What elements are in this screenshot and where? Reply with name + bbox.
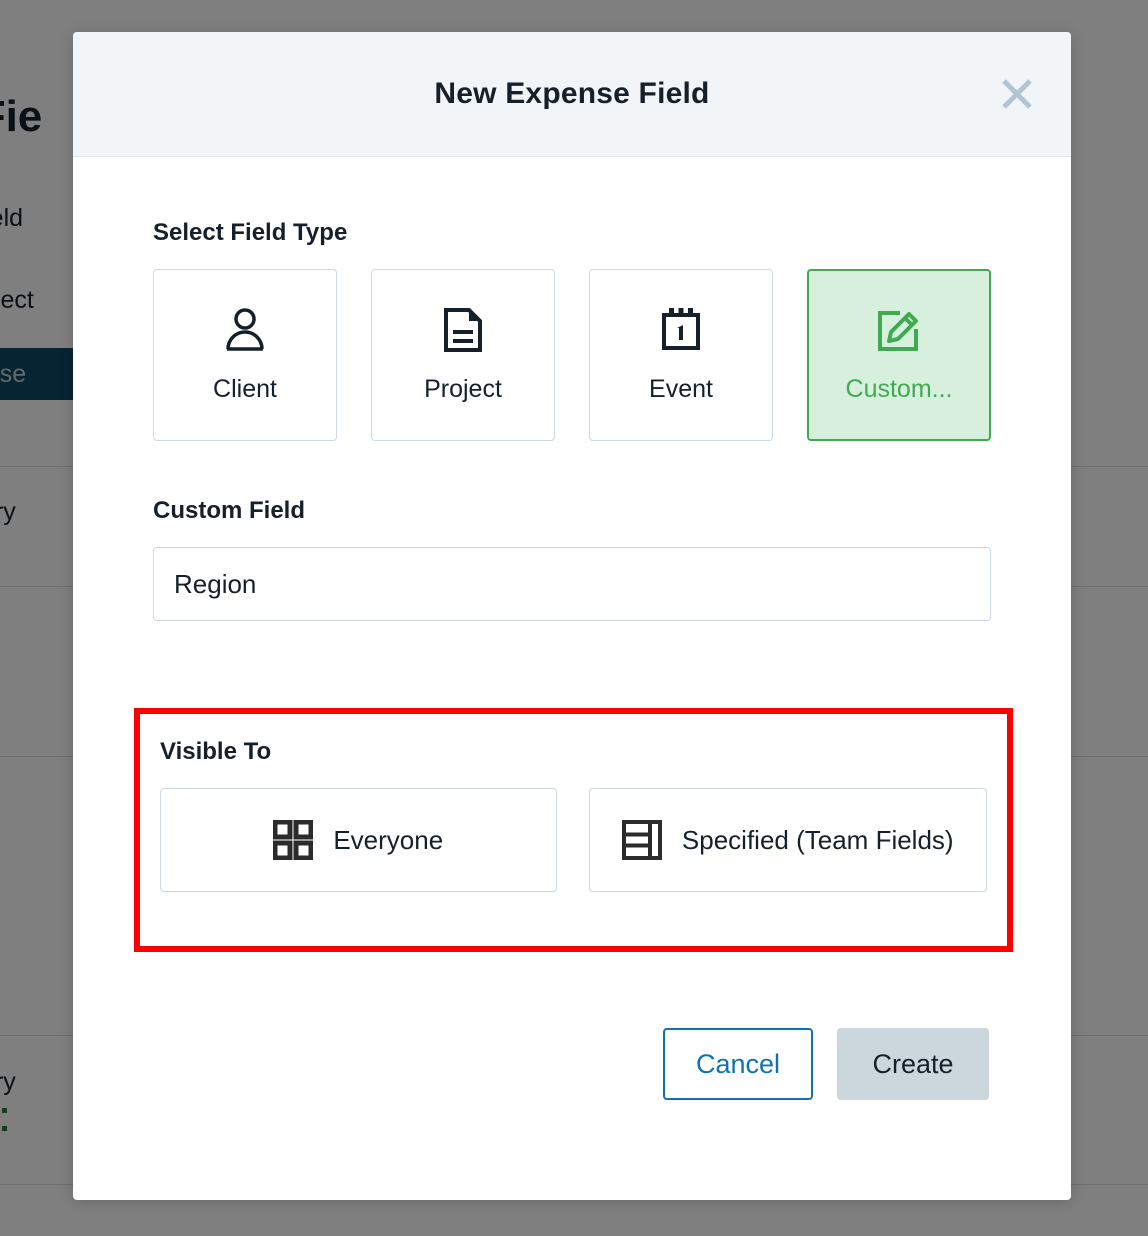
grid-icon (273, 820, 313, 860)
custom-field-input[interactable] (153, 547, 991, 621)
dialog-body: Select Field Type Client (73, 157, 1071, 621)
create-button[interactable]: Create (837, 1028, 989, 1100)
field-type-option-client[interactable]: Client (153, 269, 337, 441)
field-type-label: Custom... (846, 375, 953, 404)
layout-sidebar-icon (622, 820, 662, 860)
visible-to-option-specified[interactable]: Specified (Team Fields) (589, 788, 987, 892)
field-type-option-project[interactable]: Project (371, 269, 555, 441)
field-type-options: Client Project (153, 269, 991, 441)
new-expense-field-dialog: New Expense Field Select Field Type (73, 32, 1071, 1200)
field-type-label: Project (424, 375, 502, 404)
visible-to-option-label: Everyone (333, 825, 443, 856)
visible-to-option-label: Specified (Team Fields) (682, 825, 954, 856)
field-type-label: Client (213, 375, 277, 404)
visible-to-option-everyone[interactable]: Everyone (160, 788, 557, 892)
cancel-button[interactable]: Cancel (663, 1028, 813, 1100)
field-type-option-event[interactable]: Event (589, 269, 773, 441)
visible-to-options: Everyone Specified (Team Fields) (160, 788, 987, 892)
field-type-label: Event (649, 375, 713, 404)
close-icon[interactable] (995, 72, 1039, 116)
dialog-title: New Expense Field (434, 77, 709, 111)
calendar-icon (659, 307, 703, 353)
field-type-option-custom[interactable]: Custom... (807, 269, 991, 441)
select-field-type-label: Select Field Type (153, 219, 991, 247)
visible-to-label: Visible To (160, 738, 987, 766)
edit-square-icon (876, 307, 922, 353)
custom-field-block: Custom Field (153, 497, 991, 621)
page-root: e Fie e Field Project pense : Every : Ev… (0, 0, 1148, 1236)
custom-field-label: Custom Field (153, 497, 991, 525)
dialog-footer: Cancel Create (73, 1028, 1071, 1100)
visible-to-section: Visible To Everyone (134, 708, 1013, 952)
document-icon (443, 307, 483, 353)
dialog-header: New Expense Field (73, 32, 1071, 157)
user-icon (223, 307, 267, 353)
